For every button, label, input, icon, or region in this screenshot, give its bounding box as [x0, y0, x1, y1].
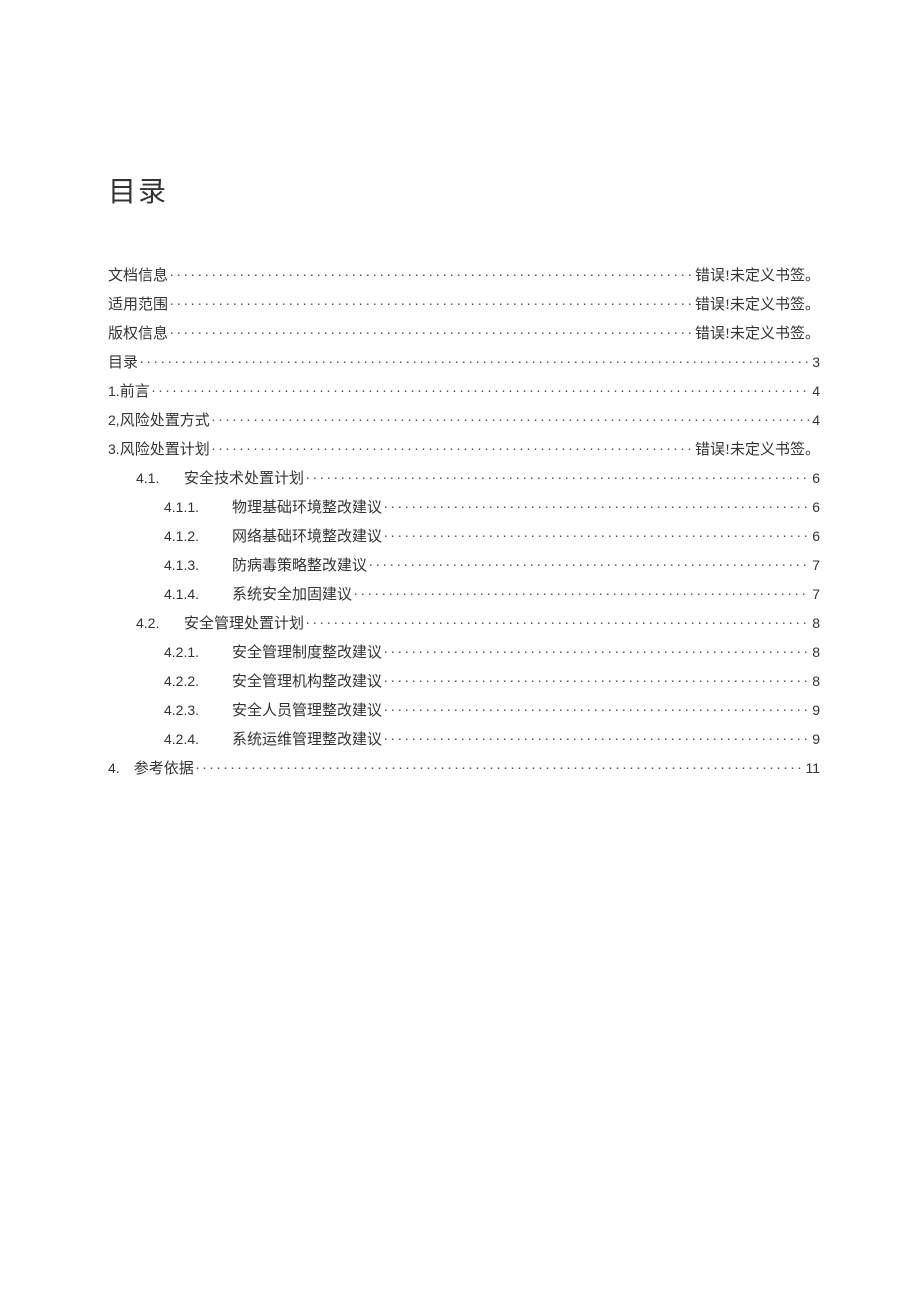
- page-title: 目录: [108, 170, 820, 210]
- toc-leader-dots: [170, 324, 693, 338]
- toc-entry-number: 4.1.4.: [164, 587, 232, 601]
- table-of-contents: 文档信息错误!未定义书签。适用范围错误!未定义书签。版权信息错误!未定义书签。目…: [108, 266, 820, 777]
- toc-leader-dots: [212, 440, 693, 454]
- toc-entry: 4.2.2.安全管理机构整改建议 8: [108, 672, 820, 690]
- toc-entry-page: 8: [812, 674, 820, 688]
- toc-leader-dots: [384, 672, 810, 686]
- toc-entry-page: 7: [812, 558, 820, 572]
- toc-leader-dots: [140, 353, 810, 367]
- toc-entry-text: 风险处置方式: [120, 414, 210, 429]
- toc-leader-dots: [384, 498, 810, 512]
- toc-entry: 4.1.2.网络基础环境整改建议 6: [108, 527, 820, 545]
- toc-entry-page: 11: [805, 761, 820, 775]
- toc-entry-page: 4: [812, 384, 820, 398]
- toc-entry-number: 4.: [108, 761, 120, 775]
- toc-entry-number: 4.2.: [136, 616, 184, 630]
- toc-entry: 2,风险处置方式 4: [108, 411, 820, 429]
- toc-entry-page: 9: [812, 703, 820, 717]
- toc-entry-text: 安全管理机构整改建议: [232, 675, 382, 690]
- toc-entry-text: 版权信息: [108, 327, 168, 342]
- toc-entry-page: 3: [812, 355, 820, 369]
- toc-entry-text: 系统安全加固建议: [232, 588, 352, 603]
- toc-leader-dots: [212, 411, 811, 425]
- toc-entry-text: 安全管理制度整改建议: [232, 646, 382, 661]
- toc-entry: 4.1.安全技术处置计划 6: [108, 469, 820, 487]
- toc-entry-text: 网络基础环境整改建议: [232, 530, 382, 545]
- toc-entry: 目录 3: [108, 353, 820, 371]
- toc-leader-dots: [369, 556, 810, 570]
- toc-entry: 适用范围 错误!未定义书签。: [108, 295, 820, 313]
- toc-entry: 4.1.4.系统安全加固建议 7: [108, 585, 820, 603]
- toc-entry-page: 8: [812, 645, 820, 659]
- toc-leader-dots: [354, 585, 810, 599]
- toc-entry: 版权信息 错误!未定义书签。: [108, 324, 820, 342]
- toc-entry-page-error: 错误!未定义书签。: [695, 327, 820, 342]
- toc-entry-number: 1.: [108, 384, 120, 398]
- toc-entry-text: 安全管理处置计划: [184, 617, 304, 632]
- toc-entry-text: 物理基础环境整改建议: [232, 501, 382, 516]
- toc-entry-page-error: 错误!未定义书签。: [695, 269, 820, 284]
- toc-entry-text: 防病毒策略整改建议: [232, 559, 367, 574]
- toc-leader-dots: [384, 730, 810, 744]
- toc-entry-number: 4.1.: [136, 471, 184, 485]
- toc-entry-number: 4.2.2.: [164, 674, 232, 688]
- toc-leader-dots: [152, 382, 811, 396]
- toc-leader-dots: [384, 701, 810, 715]
- toc-entry-number: 4.1.3.: [164, 558, 232, 572]
- toc-entry: 文档信息 错误!未定义书签。: [108, 266, 820, 284]
- toc-entry-number: 3.: [108, 442, 120, 456]
- toc-entry-text: 目录: [108, 356, 138, 371]
- toc-entry: 1.前言 4: [108, 382, 820, 400]
- toc-leader-dots: [196, 759, 804, 773]
- toc-entry-page-error: 错误!未定义书签。: [695, 298, 820, 313]
- toc-entry: 4. 参考依据 11: [108, 759, 820, 777]
- toc-entry-text: 适用范围: [108, 298, 168, 313]
- toc-entry-text: 系统运维管理整改建议: [232, 733, 382, 748]
- toc-entry: 4.2.4.系统运维管理整改建议 9: [108, 730, 820, 748]
- toc-leader-dots: [170, 266, 693, 280]
- toc-leader-dots: [384, 527, 810, 541]
- toc-entry-page: 8: [812, 616, 820, 630]
- toc-entry: 4.1.1.物理基础环境整改建议 6: [108, 498, 820, 516]
- toc-entry-text: 安全人员管理整改建议: [232, 704, 382, 719]
- toc-leader-dots: [306, 469, 810, 483]
- toc-entry-page: 6: [812, 500, 820, 514]
- toc-entry-page-error: 错误!未定义书签。: [695, 443, 820, 458]
- toc-entry-page: 6: [812, 529, 820, 543]
- toc-leader-dots: [306, 614, 810, 628]
- toc-entry-page: 9: [812, 732, 820, 746]
- toc-entry-text: 文档信息: [108, 269, 168, 284]
- toc-entry: 4.2.1.安全管理制度整改建议 8: [108, 643, 820, 661]
- toc-leader-dots: [170, 295, 693, 309]
- toc-entry-number: 4.2.4.: [164, 732, 232, 746]
- toc-entry: 3.风险处置计划 错误!未定义书签。: [108, 440, 820, 458]
- toc-entry-number: 4.1.1.: [164, 500, 232, 514]
- toc-entry-number: 2,: [108, 413, 120, 427]
- toc-entry-number: 4.2.1.: [164, 645, 232, 659]
- toc-entry-page: 4: [812, 413, 820, 427]
- toc-entry-page: 6: [812, 471, 820, 485]
- toc-entry: 4.2.3.安全人员管理整改建议 9: [108, 701, 820, 719]
- toc-entry-number: 4.1.2.: [164, 529, 232, 543]
- toc-entry-text: 参考依据: [134, 762, 194, 777]
- toc-entry-text: 安全技术处置计划: [184, 472, 304, 487]
- toc-entry-number: 4.2.3.: [164, 703, 232, 717]
- toc-entry: 4.1.3.防病毒策略整改建议 7: [108, 556, 820, 574]
- toc-leader-dots: [384, 643, 810, 657]
- toc-entry-text: 风险处置计划: [120, 443, 210, 458]
- toc-entry: 4.2.安全管理处置计划 8: [108, 614, 820, 632]
- toc-entry-page: 7: [812, 587, 820, 601]
- toc-entry-text: 前言: [120, 385, 150, 400]
